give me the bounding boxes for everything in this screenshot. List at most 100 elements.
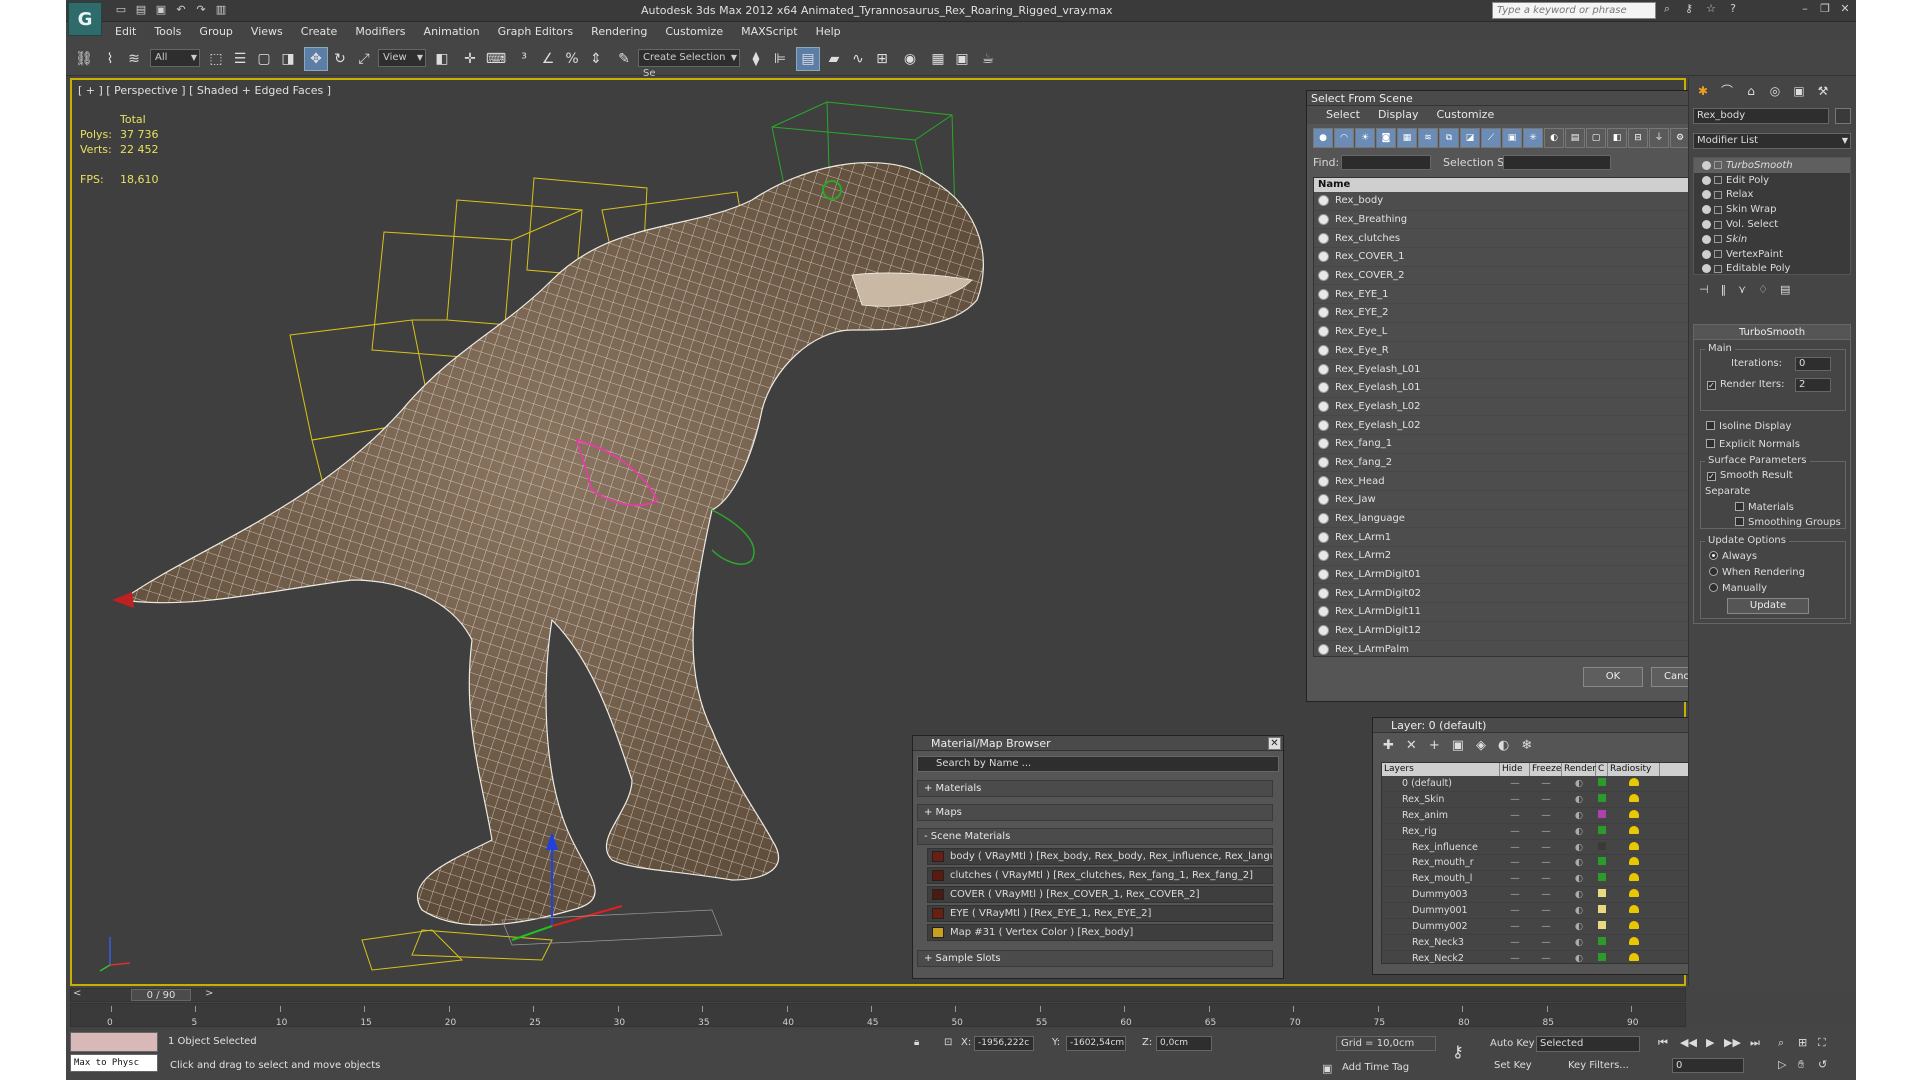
hierarchy-tab-icon[interactable]: ⌂ (1741, 82, 1761, 100)
modifier-toggle-icon[interactable] (1702, 205, 1711, 215)
materials-section[interactable]: + Materials (917, 780, 1273, 797)
helpers-filter-icon[interactable]: ▦ (1397, 128, 1417, 148)
expand-box[interactable] (1714, 176, 1722, 185)
list-item[interactable]: Rex_Eyelash_L02 (1314, 398, 1732, 417)
materials-checkbox[interactable] (1735, 502, 1744, 511)
select-and-link-icon[interactable]: ⛓ (72, 47, 96, 71)
smoothing-groups-checkbox[interactable] (1735, 517, 1744, 526)
keyboard-shortcut-icon[interactable]: ⌨ (484, 47, 508, 71)
layer-row[interactable]: Rex_mouth_l — — ◐ (1382, 871, 1702, 888)
project-folder-icon[interactable]: ▥ (214, 3, 228, 17)
show-end-result-icon[interactable]: ‖ (1721, 283, 1727, 296)
update-button[interactable]: Update (1727, 598, 1809, 614)
scene-material-item[interactable]: Map #31 ( Vertex Color ) [Rex_body] (927, 924, 1273, 941)
angle-snap-icon[interactable]: ∠ (536, 47, 560, 71)
expand-box[interactable] (1714, 220, 1722, 229)
menu-maxscript[interactable]: MAXScript (732, 23, 806, 41)
smooth-result-option[interactable]: ✓ Smooth Result (1707, 470, 1793, 481)
list-item[interactable]: Rex_LArmPalm (1314, 641, 1732, 657)
pivot-center-icon[interactable]: ◧ (430, 47, 454, 71)
align-icon[interactable]: ⊫ (768, 47, 792, 71)
add-time-tag-button[interactable]: Add Time Tag (1342, 1062, 1409, 1073)
layer-manager-icon[interactable]: ▤ (796, 47, 820, 71)
radiosity-toggle[interactable] (1608, 952, 1660, 963)
list-item[interactable]: Rex_LArm1 (1314, 528, 1732, 548)
list-item[interactable]: Rex_Jaw (1314, 491, 1732, 510)
time-slider-thumb[interactable]: 0 / 90 (131, 989, 191, 1001)
selection-set-dropdown[interactable] (1503, 155, 1611, 170)
freeze-toggle[interactable]: — (1530, 810, 1562, 821)
menu-customize[interactable]: Customize (656, 23, 732, 41)
shapes-filter-icon[interactable]: ◠ (1334, 128, 1354, 148)
goto-start-icon[interactable]: ⏮ (1658, 1036, 1668, 1050)
edit-named-sets-icon[interactable]: ✎ (612, 47, 636, 71)
zoom-icon[interactable]: ⌕ (1778, 1036, 1784, 1050)
key-mode-dropdown[interactable]: Selected (1536, 1036, 1640, 1052)
modifier-toggle-icon[interactable] (1702, 264, 1711, 274)
layer-row[interactable]: 0 (default) — — ◐ (1382, 776, 1702, 792)
list-item[interactable]: Rex_LArmDigit02 (1314, 584, 1732, 604)
menu-customize[interactable]: Customize (1427, 106, 1503, 124)
scene-object-list[interactable]: Name Rex_body Rex_Breathing Rex_clutches Re… (1313, 177, 1733, 657)
expand-box[interactable] (1714, 161, 1722, 170)
close-icon[interactable]: ✕ (1838, 2, 1852, 16)
hide-toggle[interactable]: — (1500, 778, 1530, 789)
modifier-stack-item[interactable]: Skin Wrap (1694, 202, 1850, 217)
select-none-icon[interactable]: ▢ (1586, 128, 1606, 148)
render-toggle[interactable]: ◐ (1562, 905, 1596, 916)
current-frame-field[interactable]: 0 (1672, 1058, 1744, 1073)
hide-toggle[interactable]: — (1500, 826, 1530, 837)
next-frame-icon[interactable]: > (205, 988, 213, 999)
hide-toggle[interactable]: — (1500, 794, 1530, 805)
modifier-stack-item[interactable]: Edit Poly (1694, 173, 1850, 188)
scene-material-item[interactable]: EYE ( VRayMtl ) [Rex_EYE_1, Rex_EYE_2] (927, 905, 1273, 922)
list-item[interactable]: Rex_LArmDigit12 (1314, 622, 1732, 641)
redo-icon[interactable]: ↷ (194, 3, 208, 17)
reference-coord-dropdown[interactable]: View (378, 49, 426, 67)
layer-color[interactable] (1596, 793, 1608, 805)
col-radiosity[interactable]: Radiosity (1608, 763, 1660, 776)
col-layers[interactable]: Layers (1382, 763, 1500, 776)
iterations-spinner[interactable]: 0 (1795, 357, 1831, 371)
manually-radio[interactable] (1709, 583, 1718, 592)
render-toggle[interactable]: ◐ (1562, 889, 1596, 900)
layer-color[interactable] (1596, 809, 1608, 821)
maxscript-listener-input[interactable] (70, 1032, 158, 1052)
manually-option[interactable]: Manually (1709, 583, 1767, 594)
schematic-view-icon[interactable]: ⊞ (870, 47, 894, 71)
radiosity-toggle[interactable] (1608, 841, 1660, 853)
minimize-icon[interactable]: – (1798, 2, 1812, 16)
restore-icon[interactable]: ❐ (1818, 2, 1832, 16)
isoline-option[interactable]: Isoline Display (1706, 421, 1791, 432)
set-key-icon[interactable]: ⚷ (1452, 1042, 1464, 1061)
always-option[interactable]: Always (1709, 551, 1757, 562)
modifier-stack-item[interactable]: Vol. Select (1694, 217, 1850, 232)
explicit-normals-checkbox[interactable] (1706, 439, 1715, 448)
graphite-ribbon-icon[interactable]: ▰ (822, 47, 846, 71)
isoline-checkbox[interactable] (1706, 421, 1715, 430)
hide-toggle[interactable]: — (1500, 937, 1530, 948)
save-file-icon[interactable]: ▣ (154, 3, 168, 17)
groups-filter-icon[interactable]: ⧉ (1439, 128, 1459, 148)
time-tag-icon[interactable]: ▣ (1322, 1062, 1332, 1075)
render-iters-option[interactable]: ✓ Render Iters: (1707, 379, 1785, 390)
modifier-toggle-icon[interactable] (1702, 249, 1711, 259)
binoculars-icon[interactable]: ⌕ (1660, 2, 1674, 16)
radiosity-toggle[interactable] (1608, 905, 1660, 916)
prev-frame-icon[interactable]: < (73, 988, 81, 999)
field-of-view-icon[interactable]: ▷ (1778, 1058, 1786, 1071)
layer-row[interactable]: Rex_influence — — ◐ (1382, 840, 1702, 856)
render-setup-icon[interactable]: ▦ (926, 47, 950, 71)
list-item[interactable]: Rex_Eyelash_L01 (1314, 360, 1732, 379)
find-input[interactable] (1341, 155, 1431, 170)
freeze-toggle[interactable]: — (1530, 842, 1562, 853)
layer-row[interactable]: Rex_rig — — ◐ (1382, 824, 1702, 840)
render-toggle[interactable]: ◐ (1562, 794, 1596, 805)
layer-color[interactable] (1596, 857, 1608, 868)
xrefs-filter-icon[interactable]: ◪ (1460, 128, 1480, 148)
layer-row[interactable]: Dummy003— — ◐ (1382, 887, 1702, 904)
render-iters-checkbox[interactable]: ✓ (1707, 381, 1716, 390)
search-input[interactable]: Type a keyword or phrase (1492, 2, 1656, 19)
hide-toggle[interactable]: — (1500, 905, 1530, 916)
radiosity-toggle[interactable] (1608, 793, 1660, 805)
